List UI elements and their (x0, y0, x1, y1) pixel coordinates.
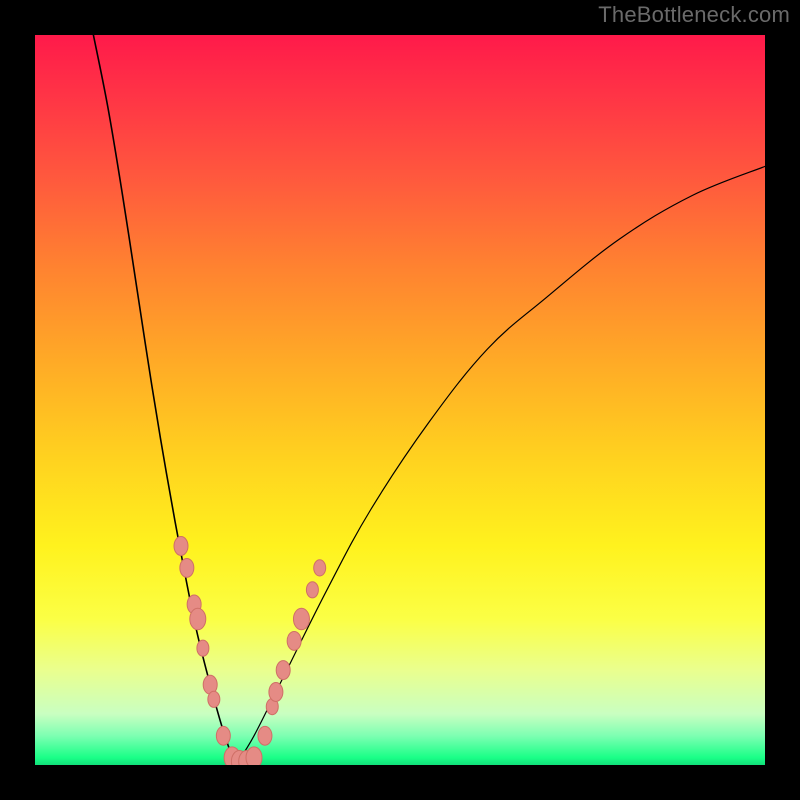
highlight-dot (269, 683, 283, 702)
watermark-label: TheBottleneck.com (598, 2, 790, 28)
highlight-dot (314, 560, 326, 576)
highlight-dot (258, 726, 272, 745)
highlight-dot (216, 726, 230, 745)
highlight-dot (174, 537, 188, 556)
highlight-dot (208, 691, 220, 707)
highlight-dot (306, 582, 318, 598)
highlight-dot (190, 608, 206, 630)
chart-svg (35, 35, 765, 765)
plot-area (35, 35, 765, 765)
highlight-dot (287, 631, 301, 650)
chart-stage: TheBottleneck.com (0, 0, 800, 800)
highlight-dot (293, 608, 309, 630)
curve-left-branch (93, 35, 235, 765)
highlight-dot (180, 558, 194, 577)
highlight-dot (246, 747, 262, 765)
highlight-dot (197, 640, 209, 656)
highlight-dot (276, 661, 290, 680)
curve-right-branch (236, 166, 765, 765)
highlighted-points-group (174, 537, 326, 765)
